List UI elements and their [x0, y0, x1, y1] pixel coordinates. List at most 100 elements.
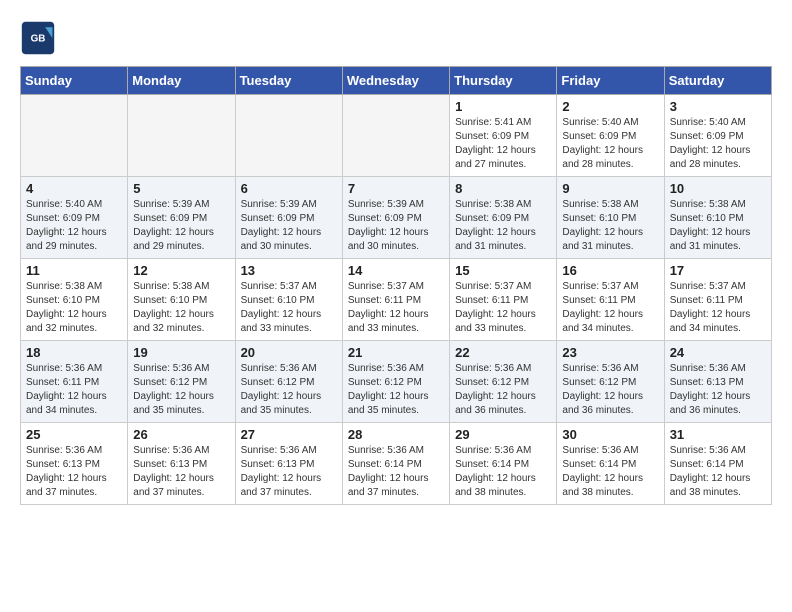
calendar-day-1: 1 Sunrise: 5:41 AM Sunset: 6:09 PM Daylig… [450, 95, 557, 177]
day-info: Sunrise: 5:36 AM Sunset: 6:14 PM Dayligh… [670, 444, 766, 500]
day-info: Sunrise: 5:39 AM Sunset: 6:09 PM Dayligh… [348, 198, 444, 254]
calendar-day-20: 20 Sunrise: 5:36 AM Sunset: 6:12 PM Dayli… [235, 341, 342, 423]
day-number: 29 [455, 427, 551, 442]
day-info: Sunrise: 5:37 AM Sunset: 6:11 PM Dayligh… [348, 280, 444, 336]
day-info: Sunrise: 5:36 AM Sunset: 6:14 PM Dayligh… [348, 444, 444, 500]
calendar-day-17: 17Sunrise: 5:37 AM Sunset: 6:11 PM Dayli… [664, 259, 771, 341]
header: GB [20, 20, 772, 56]
calendar-day-30: 30 Sunrise: 5:36 AM Sunset: 6:14 PM Dayli… [557, 423, 664, 505]
day-number: 25 [26, 427, 122, 442]
calendar-day-7: 7 Sunrise: 5:39 AM Sunset: 6:09 PM Daylig… [342, 177, 449, 259]
weekday-header-saturday: Saturday [664, 67, 771, 95]
day-number: 27 [241, 427, 337, 442]
weekday-header-sunday: Sunday [21, 67, 128, 95]
day-number: 19 [133, 345, 229, 360]
day-number: 2 [562, 99, 658, 114]
logo: GB [20, 20, 60, 56]
calendar-table: SundayMondayTuesdayWednesdayThursdayFrid… [20, 66, 772, 505]
day-number: 28 [348, 427, 444, 442]
calendar-day-4: 4Sunrise: 5:40 AM Sunset: 6:09 PM Daylig… [21, 177, 128, 259]
calendar-day-13: 13 Sunrise: 5:37 AM Sunset: 6:10 PM Dayli… [235, 259, 342, 341]
day-number: 23 [562, 345, 658, 360]
day-number: 31 [670, 427, 766, 442]
calendar-week-row: 11 Sunrise: 5:38 AM Sunset: 6:10 PM Dayli… [21, 259, 772, 341]
day-info: Sunrise: 5:38 AM Sunset: 6:09 PM Dayligh… [455, 198, 551, 254]
day-info: Sunrise: 5:38 AM Sunset: 6:10 PM Dayligh… [26, 280, 122, 336]
day-info: Sunrise: 5:36 AM Sunset: 6:12 PM Dayligh… [455, 362, 551, 418]
day-number: 22 [455, 345, 551, 360]
day-info: Sunrise: 5:37 AM Sunset: 6:11 PM Dayligh… [562, 280, 658, 336]
day-info: Sunrise: 5:36 AM Sunset: 6:12 PM Dayligh… [348, 362, 444, 418]
day-info: Sunrise: 5:40 AM Sunset: 6:09 PM Dayligh… [562, 116, 658, 172]
day-info: Sunrise: 5:38 AM Sunset: 6:10 PM Dayligh… [133, 280, 229, 336]
day-number: 5 [133, 181, 229, 196]
day-info: Sunrise: 5:38 AM Sunset: 6:10 PM Dayligh… [670, 198, 766, 254]
calendar-day-24: 24 Sunrise: 5:36 AM Sunset: 6:13 PM Dayli… [664, 341, 771, 423]
calendar-day-25: 25 Sunrise: 5:36 AM Sunset: 6:13 PM Dayli… [21, 423, 128, 505]
day-number: 17 [670, 263, 766, 278]
day-info: Sunrise: 5:36 AM Sunset: 6:13 PM Dayligh… [133, 444, 229, 500]
calendar-day-14: 14Sunrise: 5:37 AM Sunset: 6:11 PM Dayli… [342, 259, 449, 341]
day-info: Sunrise: 5:36 AM Sunset: 6:12 PM Dayligh… [562, 362, 658, 418]
calendar-day-empty [342, 95, 449, 177]
day-info: Sunrise: 5:39 AM Sunset: 6:09 PM Dayligh… [241, 198, 337, 254]
calendar-week-row: 18Sunrise: 5:36 AM Sunset: 6:11 PM Dayli… [21, 341, 772, 423]
calendar-day-28: 28 Sunrise: 5:36 AM Sunset: 6:14 PM Dayli… [342, 423, 449, 505]
day-number: 30 [562, 427, 658, 442]
weekday-header-thursday: Thursday [450, 67, 557, 95]
calendar-day-6: 6Sunrise: 5:39 AM Sunset: 6:09 PM Daylig… [235, 177, 342, 259]
calendar-day-empty [235, 95, 342, 177]
calendar-day-22: 22 Sunrise: 5:36 AM Sunset: 6:12 PM Dayli… [450, 341, 557, 423]
day-info: Sunrise: 5:37 AM Sunset: 6:11 PM Dayligh… [455, 280, 551, 336]
day-number: 26 [133, 427, 229, 442]
day-info: Sunrise: 5:41 AM Sunset: 6:09 PM Dayligh… [455, 116, 551, 172]
calendar-week-row: 1 Sunrise: 5:41 AM Sunset: 6:09 PM Daylig… [21, 95, 772, 177]
day-number: 15 [455, 263, 551, 278]
day-number: 13 [241, 263, 337, 278]
day-number: 7 [348, 181, 444, 196]
day-number: 21 [348, 345, 444, 360]
calendar-day-27: 27 Sunrise: 5:36 AM Sunset: 6:13 PM Dayli… [235, 423, 342, 505]
day-info: Sunrise: 5:36 AM Sunset: 6:11 PM Dayligh… [26, 362, 122, 418]
svg-text:GB: GB [31, 34, 46, 45]
weekday-header-row: SundayMondayTuesdayWednesdayThursdayFrid… [21, 67, 772, 95]
calendar-day-29: 29Sunrise: 5:36 AM Sunset: 6:14 PM Dayli… [450, 423, 557, 505]
day-info: Sunrise: 5:36 AM Sunset: 6:14 PM Dayligh… [562, 444, 658, 500]
calendar-day-3: 3Sunrise: 5:40 AM Sunset: 6:09 PM Daylig… [664, 95, 771, 177]
calendar-day-31: 31 Sunrise: 5:36 AM Sunset: 6:14 PM Dayli… [664, 423, 771, 505]
weekday-header-friday: Friday [557, 67, 664, 95]
day-number: 24 [670, 345, 766, 360]
logo-icon: GB [20, 20, 56, 56]
day-info: Sunrise: 5:36 AM Sunset: 6:13 PM Dayligh… [241, 444, 337, 500]
weekday-header-monday: Monday [128, 67, 235, 95]
calendar-week-row: 25 Sunrise: 5:36 AM Sunset: 6:13 PM Dayli… [21, 423, 772, 505]
calendar-day-26: 26 Sunrise: 5:36 AM Sunset: 6:13 PM Dayli… [128, 423, 235, 505]
day-info: Sunrise: 5:38 AM Sunset: 6:10 PM Dayligh… [562, 198, 658, 254]
day-number: 1 [455, 99, 551, 114]
calendar-week-row: 4Sunrise: 5:40 AM Sunset: 6:09 PM Daylig… [21, 177, 772, 259]
day-number: 4 [26, 181, 122, 196]
calendar-day-empty [21, 95, 128, 177]
calendar-day-18: 18Sunrise: 5:36 AM Sunset: 6:11 PM Dayli… [21, 341, 128, 423]
day-info: Sunrise: 5:37 AM Sunset: 6:10 PM Dayligh… [241, 280, 337, 336]
weekday-header-wednesday: Wednesday [342, 67, 449, 95]
calendar-day-8: 8 Sunrise: 5:38 AM Sunset: 6:09 PM Daylig… [450, 177, 557, 259]
day-number: 3 [670, 99, 766, 114]
calendar-day-11: 11 Sunrise: 5:38 AM Sunset: 6:10 PM Dayli… [21, 259, 128, 341]
day-info: Sunrise: 5:36 AM Sunset: 6:13 PM Dayligh… [670, 362, 766, 418]
calendar-day-19: 19 Sunrise: 5:36 AM Sunset: 6:12 PM Dayli… [128, 341, 235, 423]
day-number: 8 [455, 181, 551, 196]
day-number: 12 [133, 263, 229, 278]
calendar-day-15: 15 Sunrise: 5:37 AM Sunset: 6:11 PM Dayli… [450, 259, 557, 341]
day-number: 16 [562, 263, 658, 278]
day-info: Sunrise: 5:36 AM Sunset: 6:12 PM Dayligh… [133, 362, 229, 418]
day-info: Sunrise: 5:36 AM Sunset: 6:13 PM Dayligh… [26, 444, 122, 500]
day-number: 11 [26, 263, 122, 278]
calendar-day-16: 16 Sunrise: 5:37 AM Sunset: 6:11 PM Dayli… [557, 259, 664, 341]
calendar-day-2: 2 Sunrise: 5:40 AM Sunset: 6:09 PM Daylig… [557, 95, 664, 177]
calendar-day-21: 21 Sunrise: 5:36 AM Sunset: 6:12 PM Dayli… [342, 341, 449, 423]
day-number: 9 [562, 181, 658, 196]
day-info: Sunrise: 5:36 AM Sunset: 6:12 PM Dayligh… [241, 362, 337, 418]
weekday-header-tuesday: Tuesday [235, 67, 342, 95]
day-number: 20 [241, 345, 337, 360]
